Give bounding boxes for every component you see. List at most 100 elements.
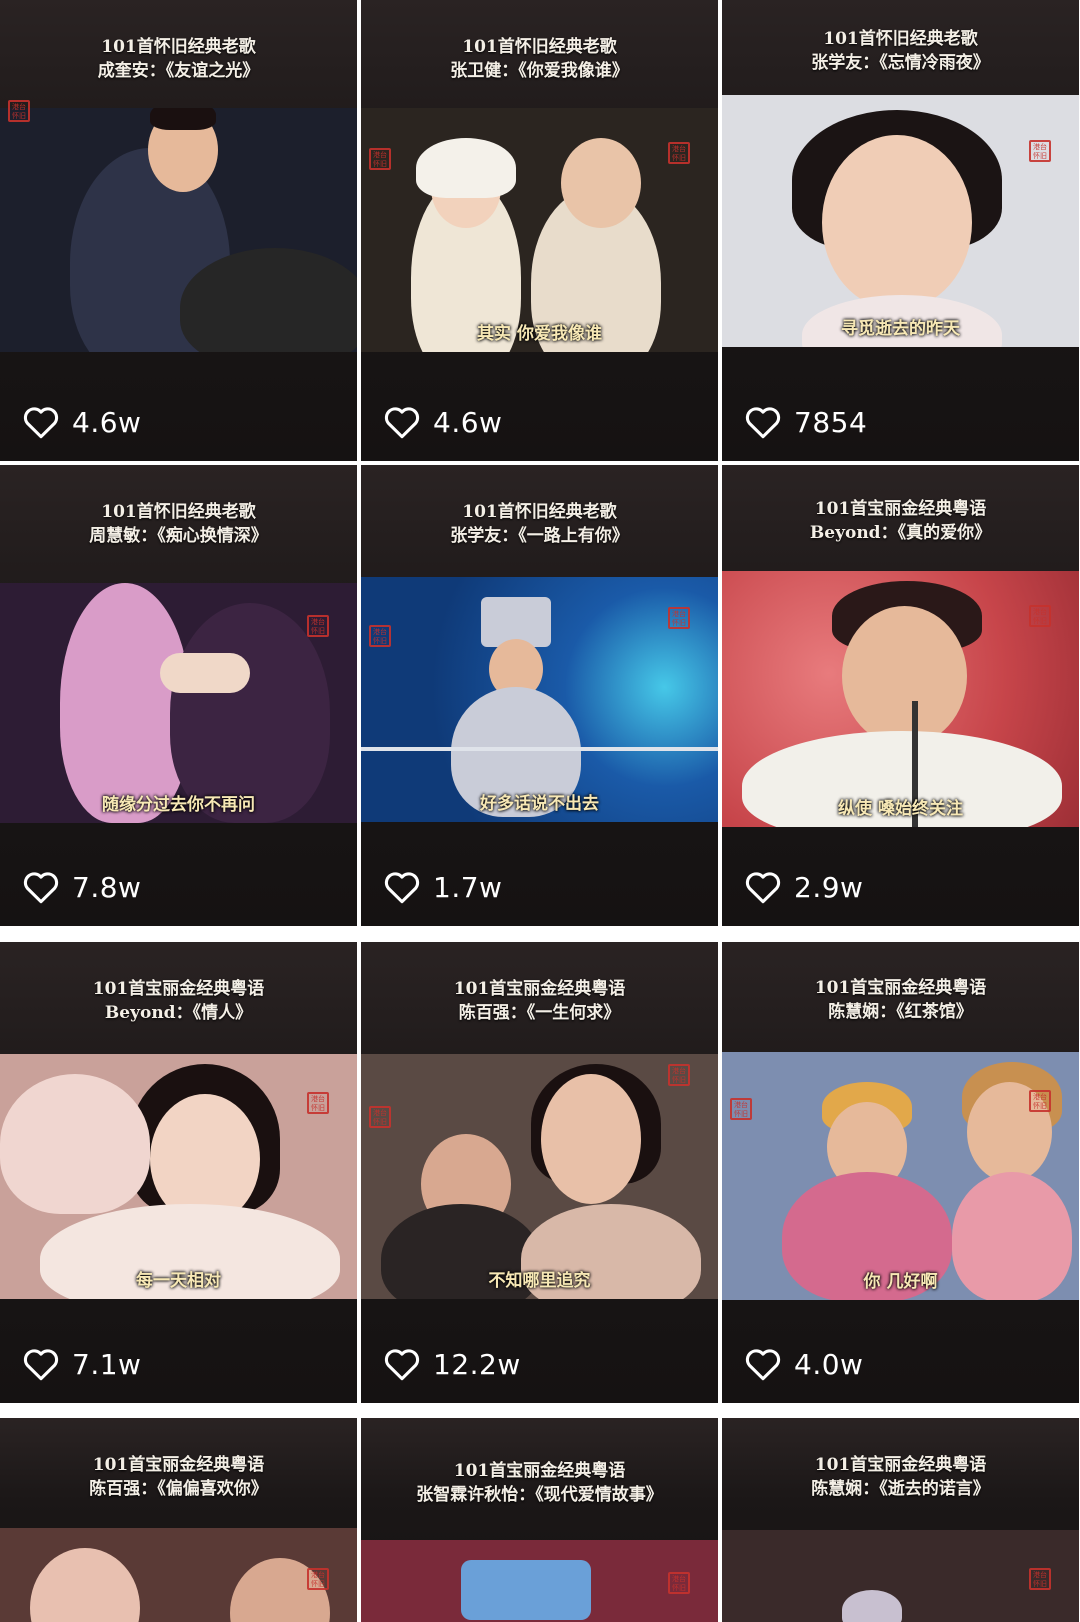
playlist-name: 101首怀旧经典老歌 — [462, 37, 617, 57]
video-tile[interactable]: 101首宝丽金经典粤语 陈慧娴：《红茶馆》 你 几好啊 港台 怀旧 港台 怀旧 4.… — [722, 942, 1079, 1403]
song-title: 陈百强：《偏偏喜欢你》 — [89, 1479, 268, 1499]
heart-outline-icon — [384, 407, 420, 439]
heart-outline-icon — [23, 872, 59, 904]
video-thumbnail — [361, 1540, 718, 1622]
video-thumbnail: 寻觅逝去的昨天 — [722, 95, 1079, 347]
tile-title: 101首宝丽金经典粤语 张智霖许秋怡：《现代爱情故事》 — [361, 1418, 718, 1542]
seal-stamp-icon: 港台 怀旧 — [369, 1106, 391, 1128]
video-subtitle: 寻觅逝去的昨天 — [841, 319, 960, 339]
video-thumbnail: 每一天相对 — [0, 1054, 357, 1299]
like-count: 2.9w — [744, 870, 863, 904]
video-tile[interactable]: 101首宝丽金经典粤语 陈慧娴：《逝去的诺言》 港台 怀旧 — [722, 1418, 1079, 1622]
playlist-name: 101首怀旧经典老歌 — [462, 502, 617, 522]
like-count-value: 4.0w — [794, 1347, 864, 1381]
playlist-name: 101首宝丽金经典粤语 — [453, 979, 626, 999]
video-tile[interactable]: 101首宝丽金经典粤语 张智霖许秋怡：《现代爱情故事》 港台 怀旧 — [361, 1418, 718, 1622]
heart-outline-icon — [23, 1349, 59, 1381]
like-count: 7.1w — [22, 1347, 141, 1381]
like-count-value: 2.9w — [794, 870, 864, 904]
like-count-value: 12.2w — [433, 1347, 521, 1381]
video-thumbnail: 其实 你爱我像谁 — [361, 108, 718, 352]
playlist-name: 101首宝丽金经典粤语 — [92, 979, 265, 999]
seal-stamp-icon: 港台 怀旧 — [307, 1568, 329, 1590]
video-thumbnail — [0, 1528, 357, 1622]
video-thumbnail: 随缘分过去你不再问 — [0, 583, 357, 823]
like-count-value: 4.6w — [72, 405, 142, 439]
tile-title: 101首怀旧经典老歌 周慧敏：《痴心换情深》 — [0, 465, 357, 577]
tile-title: 101首宝丽金经典粤语 陈百强：《一生何求》 — [361, 942, 718, 1054]
video-tile[interactable]: 101首宝丽金经典粤语 Beyond：《情人》 每一天相对 港台 怀旧 7.1w — [0, 942, 357, 1403]
like-count-value: 7854 — [794, 405, 868, 439]
video-grid: 101首怀旧经典老歌 成奎安：《友谊之光》 港台 怀旧 4.6w 101首怀旧经典… — [0, 0, 1080, 1622]
heart-outline-icon — [384, 1349, 420, 1381]
heart-outline-icon — [745, 1349, 781, 1381]
video-tile[interactable]: 101首怀旧经典老歌 张卫健：《你爱我像谁》 其实 你爱我像谁 港台 怀旧 港台怀… — [361, 0, 718, 461]
video-tile[interactable]: 101首宝丽金经典粤语 陈百强：《一生何求》 不知哪里追究 港台 怀旧 港台 怀旧 … — [361, 942, 718, 1403]
video-tile[interactable]: 101首宝丽金经典粤语 Beyond：《真的爱你》 纵使 嗓始终关注 港台 怀旧 … — [722, 465, 1079, 926]
tile-title: 101首宝丽金经典粤语 陈慧娴：《红茶馆》 — [722, 942, 1079, 1052]
heart-outline-icon — [745, 407, 781, 439]
seal-stamp-icon: 港台 怀旧 — [307, 615, 329, 637]
seal-stamp-icon: 港台 怀旧 — [668, 607, 690, 629]
video-subtitle: 纵使 嗓始终关注 — [838, 799, 963, 819]
song-title: 陈慧娴：《逝去的诺言》 — [811, 1479, 990, 1499]
tile-title: 101首宝丽金经典粤语 Beyond：《真的爱你》 — [722, 465, 1079, 571]
like-count-value: 1.7w — [433, 870, 503, 904]
playlist-name: 101首宝丽金经典粤语 — [453, 1461, 626, 1481]
song-title: 张智霖许秋怡：《现代爱情故事》 — [416, 1485, 663, 1505]
song-title: 张学友：《忘情冷雨夜》 — [811, 52, 990, 73]
like-count: 1.7w — [383, 870, 502, 904]
video-thumbnail — [0, 108, 357, 352]
seal-stamp-icon: 港台 怀旧 — [730, 1098, 752, 1120]
seal-stamp-icon: 港台 怀旧 — [8, 100, 30, 122]
song-title: 张卫健：《你爱我像谁》 — [450, 61, 629, 81]
video-subtitle: 不知哪里追究 — [488, 1271, 591, 1291]
playlist-name: 101首怀旧经典老歌 — [101, 37, 256, 57]
video-tile[interactable]: 101首怀旧经典老歌 张学友：《忘情冷雨夜》 寻觅逝去的昨天 港台 怀旧 7854 — [722, 0, 1079, 461]
seal-stamp-icon: 港台 怀旧 — [1029, 1568, 1051, 1590]
like-count-value: 7.8w — [72, 870, 142, 904]
video-tile[interactable]: 101首宝丽金经典粤语 陈百强：《偏偏喜欢你》 港台 怀旧 — [0, 1418, 357, 1622]
video-subtitle: 随缘分过去你不再问 — [102, 795, 255, 815]
like-count: 4.6w — [22, 405, 141, 439]
song-title: 成奎安：《友谊之光》 — [97, 61, 260, 81]
seal-stamp-icon: 港台 怀旧 — [668, 1572, 690, 1594]
tile-title: 101首怀旧经典老歌 张学友：《忘情冷雨夜》 — [722, 0, 1079, 95]
playlist-name: 101首宝丽金经典粤语 — [92, 1455, 265, 1475]
song-title: 陈百强：《一生何求》 — [458, 1003, 621, 1023]
like-count: 12.2w — [383, 1347, 521, 1381]
video-subtitle: 每一天相对 — [136, 1271, 221, 1291]
heart-outline-icon — [745, 872, 781, 904]
heart-outline-icon — [23, 407, 59, 439]
seal-stamp-icon: 港台 怀旧 — [369, 148, 391, 170]
like-count-value: 7.1w — [72, 1347, 142, 1381]
video-thumbnail: 你 几好啊 — [722, 1052, 1079, 1300]
video-tile[interactable]: 101首怀旧经典老歌 成奎安：《友谊之光》 港台 怀旧 4.6w — [0, 0, 357, 461]
like-count: 7.8w — [22, 870, 141, 904]
tile-title: 101首怀旧经典老歌 张卫健：《你爱我像谁》 — [361, 0, 718, 112]
song-title: Beyond：《情人》 — [104, 1003, 253, 1023]
video-subtitle: 好多话说不出去 — [480, 794, 599, 814]
playlist-name: 101首宝丽金经典粤语 — [814, 1455, 987, 1475]
seal-stamp-icon: 港台 怀旧 — [369, 625, 391, 647]
song-title: Beyond：《真的爱你》 — [809, 523, 992, 543]
seal-stamp-icon: 港台 怀旧 — [668, 1064, 690, 1086]
like-count-value: 4.6w — [433, 405, 503, 439]
playlist-name: 101首怀旧经典老歌 — [823, 28, 978, 49]
tile-title: 101首怀旧经典老歌 成奎安：《友谊之光》 — [0, 0, 357, 112]
seal-stamp-icon: 港台 怀旧 — [668, 142, 690, 164]
video-tile[interactable]: 101首怀旧经典老歌 张学友：《一路上有你》 好多话说不出去 港台 怀旧 港台 怀旧… — [361, 465, 718, 926]
like-count: 7854 — [744, 405, 867, 439]
song-title: 陈慧娴：《红茶馆》 — [828, 1002, 973, 1022]
tile-title: 101首宝丽金经典粤语 陈百强：《偏偏喜欢你》 — [0, 1418, 357, 1530]
video-tile[interactable]: 101首怀旧经典老歌 周慧敏：《痴心换情深》 随缘分过去你不再问 港台 怀旧 7.… — [0, 465, 357, 926]
tile-title: 101首宝丽金经典粤语 陈慧娴：《逝去的诺言》 — [722, 1418, 1079, 1530]
video-thumbnail: 纵使 嗓始终关注 — [722, 571, 1079, 827]
video-subtitle: 其实 你爱我像谁 — [477, 324, 602, 344]
playlist-name: 101首宝丽金经典粤语 — [814, 499, 987, 519]
like-count: 4.6w — [383, 405, 502, 439]
seal-stamp-icon: 港台 怀旧 — [307, 1092, 329, 1114]
song-title: 周慧敏：《痴心换情深》 — [89, 526, 268, 546]
video-subtitle: 你 几好啊 — [863, 1272, 938, 1292]
song-title: 张学友：《一路上有你》 — [450, 526, 629, 546]
